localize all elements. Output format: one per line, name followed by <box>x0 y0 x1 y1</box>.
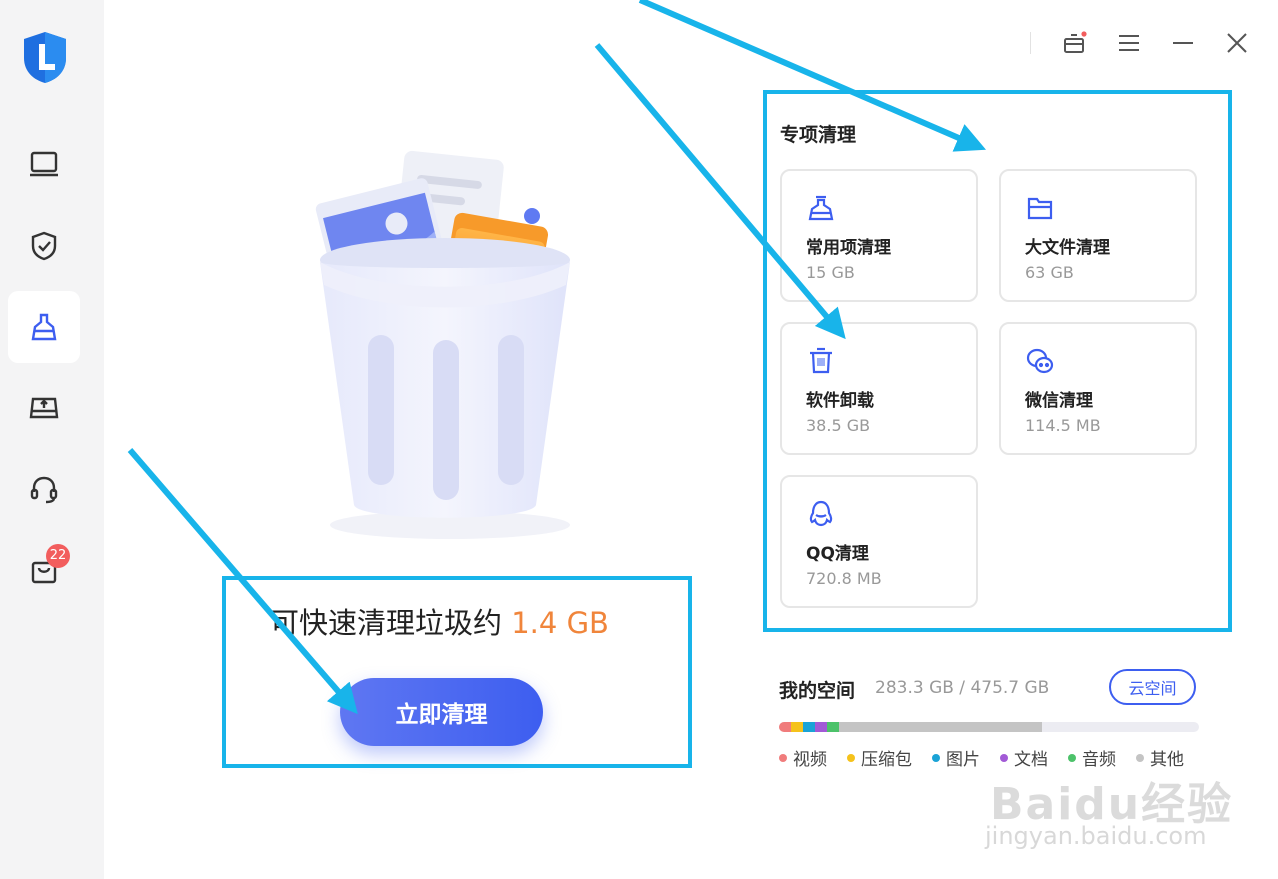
qq-penguin-icon <box>809 500 833 527</box>
menu-button[interactable] <box>1112 26 1146 60</box>
legend-label: 其他 <box>1150 750 1184 770</box>
bar-segment-archive <box>791 722 803 732</box>
folder-icon <box>1027 197 1053 220</box>
gift-box-icon <box>1064 31 1087 53</box>
sidebar-item-drive[interactable] <box>8 372 80 444</box>
sidebar-item-screen[interactable] <box>8 128 80 200</box>
card-size: 63 GB <box>1025 263 1074 282</box>
broom-icon <box>31 313 57 341</box>
card-name: QQ清理 <box>806 544 869 564</box>
legend-video: 视频 <box>779 745 827 770</box>
legend-dot <box>932 753 940 762</box>
legend-label: 文档 <box>1014 750 1048 770</box>
legend-label: 视频 <box>793 750 827 770</box>
card-size: 38.5 GB <box>806 416 871 435</box>
storage-legend: 视频 压缩包 图片 文档 音频 其他 <box>779 745 1184 770</box>
card-common-clean[interactable]: 常用项清理 15 GB <box>780 169 978 302</box>
legend-archive: 压缩包 <box>847 745 912 770</box>
card-wechat[interactable]: 微信清理 114.5 MB <box>999 322 1197 455</box>
junk-size: 1.4 GB <box>511 606 609 640</box>
legend-label: 音频 <box>1082 750 1116 770</box>
card-size: 114.5 MB <box>1025 416 1101 435</box>
bar-segment-audio <box>827 722 839 732</box>
card-qq[interactable]: QQ清理 720.8 MB <box>780 475 978 608</box>
window-controls <box>1058 26 1254 60</box>
minimize-button[interactable] <box>1166 26 1200 60</box>
legend-dot <box>779 753 787 762</box>
space-usage: 283.3 GB / 475.7 GB <box>875 678 1050 698</box>
legend-image: 图片 <box>932 745 980 770</box>
card-name: 常用项清理 <box>806 238 891 258</box>
notification-badge: 22 <box>46 544 70 568</box>
legend-doc: 文档 <box>1000 745 1048 770</box>
legend-other: 其他 <box>1136 745 1184 770</box>
card-size: 720.8 MB <box>806 569 882 588</box>
titlebar-divider <box>1030 32 1031 54</box>
legend-dot <box>1068 753 1076 762</box>
card-name: 软件卸载 <box>806 391 874 411</box>
card-large-files[interactable]: 大文件清理 63 GB <box>999 169 1197 302</box>
gift-box-button[interactable] <box>1058 26 1092 60</box>
menu-icon <box>1119 35 1139 51</box>
bar-segment-other <box>839 722 1042 732</box>
sidebar-item-clean[interactable] <box>8 291 80 363</box>
broom-icon <box>808 195 834 221</box>
trash-bin-illustration <box>315 150 570 539</box>
headset-icon <box>30 476 58 504</box>
bar-segment-image <box>803 722 815 732</box>
trash-icon <box>810 347 832 374</box>
wechat-icon <box>1026 348 1054 374</box>
clean-now-button[interactable]: 立即清理 <box>340 678 543 746</box>
legend-audio: 音频 <box>1068 745 1116 770</box>
storage-bar <box>779 722 1199 732</box>
card-uninstall[interactable]: 软件卸载 38.5 GB <box>780 322 978 455</box>
shield-check-icon <box>31 231 57 261</box>
legend-dot <box>1136 753 1144 762</box>
card-name: 大文件清理 <box>1025 238 1110 258</box>
card-name: 微信清理 <box>1025 391 1093 411</box>
app-logo-icon <box>24 32 66 83</box>
drive-upload-icon <box>29 397 59 419</box>
bar-segment-doc <box>815 722 827 732</box>
close-button[interactable] <box>1220 26 1254 60</box>
legend-label: 图片 <box>946 750 980 770</box>
sidebar: 22 <box>0 0 104 879</box>
sidebar-item-security[interactable] <box>8 210 80 282</box>
legend-label: 压缩包 <box>861 750 912 770</box>
watermark-url: jingyan.baidu.com <box>985 822 1207 850</box>
screen-icon <box>30 151 58 177</box>
special-clean-title: 专项清理 <box>780 124 857 146</box>
sidebar-item-support[interactable] <box>8 453 80 525</box>
space-title: 我的空间 <box>779 680 856 702</box>
minimize-icon <box>1173 42 1193 44</box>
legend-dot <box>847 753 855 762</box>
card-size: 15 GB <box>806 263 855 282</box>
legend-dot <box>1000 753 1008 762</box>
bar-segment-video <box>779 722 791 732</box>
close-icon <box>1227 33 1247 53</box>
summary-label: 可快速清理垃圾约 <box>270 606 503 640</box>
cloud-space-button[interactable]: 云空间 <box>1109 669 1196 705</box>
clean-summary: 可快速清理垃圾约 1.4 GB <box>270 600 609 642</box>
sidebar-item-store[interactable]: 22 <box>8 534 80 606</box>
